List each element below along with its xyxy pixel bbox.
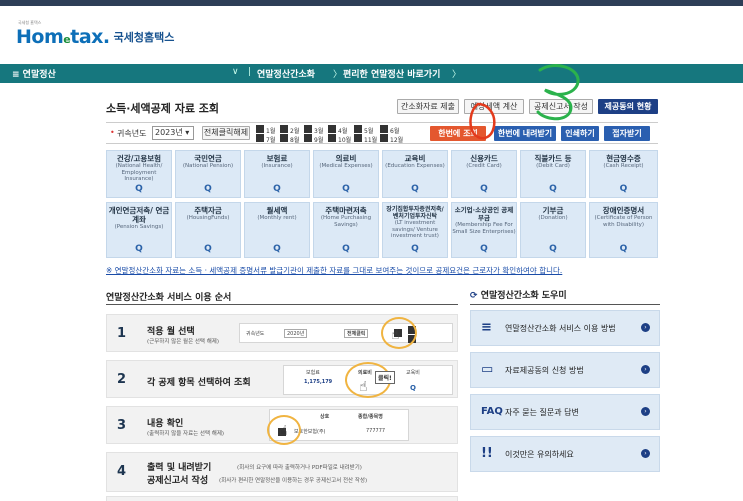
annotation-scribble [536, 64, 580, 121]
annotation-circle [469, 102, 496, 140]
annotation-overlay [469, 64, 580, 140]
